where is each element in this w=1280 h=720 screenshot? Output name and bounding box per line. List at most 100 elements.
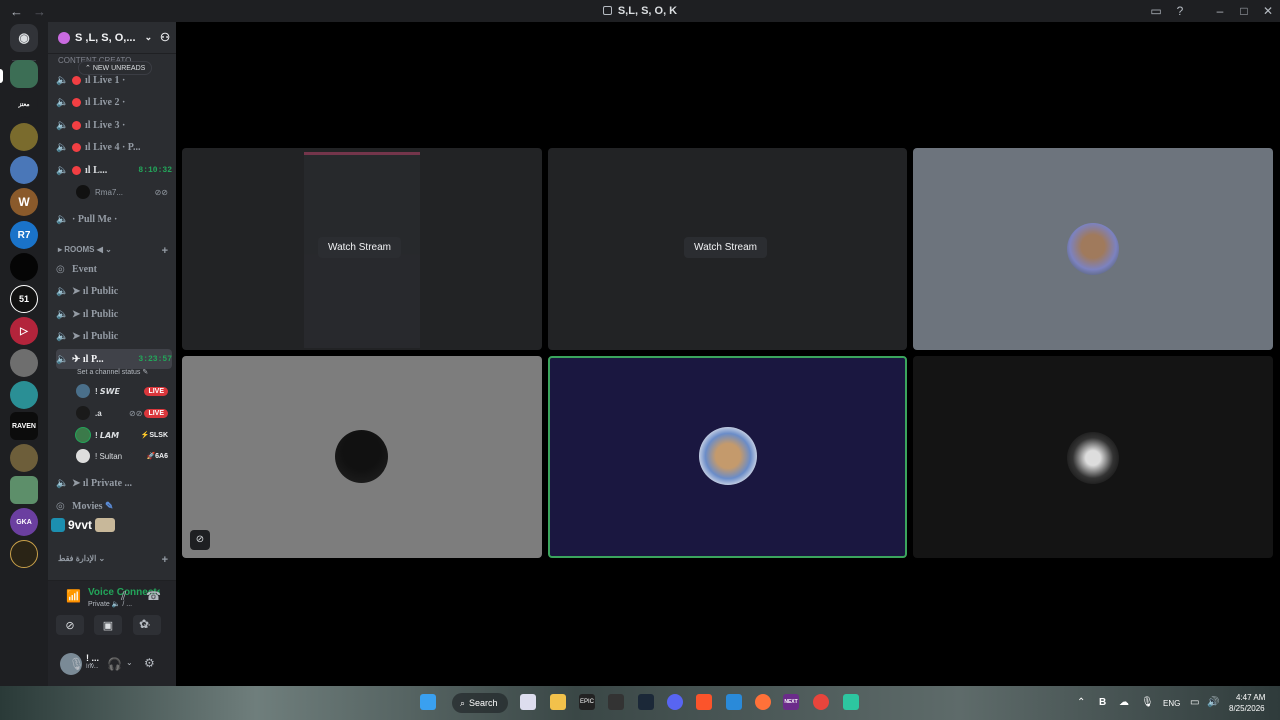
server-icon-play[interactable]: ▷ bbox=[10, 317, 38, 345]
widgets-icon[interactable] bbox=[520, 694, 536, 710]
server-icon-51[interactable]: 51 bbox=[10, 285, 38, 313]
avatar bbox=[1067, 432, 1119, 484]
server-icon-slsok[interactable] bbox=[10, 60, 38, 88]
microphone-icon[interactable]: 🎙 bbox=[69, 657, 84, 671]
voice-user[interactable]: ! Sultan 🚀6A6 bbox=[76, 447, 168, 465]
discord-icon[interactable] bbox=[667, 694, 683, 710]
forward-arrow-icon[interactable]: → bbox=[33, 4, 46, 19]
clock-time[interactable]: 4:47 AM bbox=[1236, 693, 1265, 702]
camera-button[interactable]: ⊘ bbox=[56, 615, 84, 635]
app-icon[interactable] bbox=[608, 694, 624, 710]
live-dot-icon bbox=[72, 120, 81, 130]
stream-tile-1[interactable]: Watch Stream bbox=[182, 148, 542, 350]
tray-app-icon[interactable]: B bbox=[1099, 697, 1106, 708]
server-icon-r7[interactable]: R7 bbox=[10, 221, 38, 249]
live-dot-icon bbox=[72, 142, 81, 152]
headphones-icon[interactable]: 🎧 bbox=[107, 657, 122, 671]
discord-home-icon[interactable]: ◉ bbox=[10, 24, 38, 52]
settings-gear-icon[interactable]: ⚙ bbox=[144, 656, 155, 670]
server-icon-gold[interactable] bbox=[10, 444, 38, 472]
participant-tile-5-speaking[interactable] bbox=[548, 356, 907, 558]
minimize-icon[interactable]: – bbox=[1208, 4, 1232, 18]
stream-tile-2[interactable]: Watch Stream bbox=[548, 148, 907, 350]
windows-start-icon[interactable] bbox=[420, 694, 436, 710]
server-icon-arabic[interactable]: معتز bbox=[10, 90, 38, 118]
category-rooms[interactable]: ▸ ROOMS ◀ ⌄ + bbox=[58, 245, 168, 257]
server-icon-w[interactable]: W bbox=[10, 188, 38, 216]
category-arabic[interactable]: الإدارة فقط ⌄ + bbox=[58, 554, 168, 566]
channel-status-hint[interactable]: Set a channel status ✎ bbox=[77, 368, 148, 376]
channel-public-3[interactable]: 🔈 ➤ ıl Public bbox=[56, 326, 172, 346]
server-icon-landscape[interactable] bbox=[10, 476, 38, 504]
tray-app-icon[interactable]: ☁ bbox=[1119, 697, 1129, 708]
watch-stream-button[interactable]: Watch Stream bbox=[684, 237, 767, 258]
maximize-icon[interactable]: □ bbox=[1232, 4, 1256, 18]
chevron-down-icon: ⌄ bbox=[144, 32, 153, 42]
add-member-icon[interactable]: ⚇ bbox=[160, 31, 170, 44]
server-icon-raven[interactable]: RAVEN bbox=[10, 412, 38, 440]
channel-movies[interactable]: ◎ Movies ✎ bbox=[56, 496, 172, 516]
network-icon[interactable]: ▭ bbox=[1190, 697, 1199, 708]
add-channel-icon[interactable]: + bbox=[162, 245, 168, 257]
participant-tile-6[interactable] bbox=[913, 356, 1273, 558]
channel-live-4[interactable]: 🔈 ıl Live 4 · P... bbox=[56, 137, 172, 157]
vscode-icon[interactable] bbox=[726, 694, 742, 710]
speaker-icon: 🔈 bbox=[56, 308, 69, 320]
voice-user[interactable]: ! 𝙎𝙒𝙀 LIVE bbox=[76, 382, 168, 400]
taskbar-search[interactable]: ⌕ Search bbox=[452, 693, 508, 713]
help-icon[interactable]: ? bbox=[1168, 4, 1192, 18]
microphone-icon[interactable]: 🎙 bbox=[1141, 697, 1154, 708]
channel-public-2[interactable]: 🔈 ➤ ıl Public bbox=[56, 304, 172, 324]
participant-tile-3[interactable] bbox=[913, 148, 1273, 350]
app-icon[interactable] bbox=[843, 694, 859, 710]
back-arrow-icon[interactable]: ← bbox=[10, 4, 23, 19]
server-icon-black[interactable] bbox=[10, 253, 38, 281]
steam-icon[interactable] bbox=[638, 694, 654, 710]
disconnect-icon[interactable]: ☎ bbox=[146, 589, 161, 603]
epic-games-icon[interactable]: EPIC bbox=[579, 694, 595, 710]
noise-suppression-icon[interactable]: ⫽ bbox=[121, 589, 126, 604]
chevron-down-icon[interactable]: ⌄ bbox=[88, 658, 95, 667]
volume-icon[interactable]: 🔊 bbox=[1207, 697, 1219, 708]
close-icon[interactable]: ✕ bbox=[1256, 4, 1280, 18]
channel-private-active[interactable]: 🔈 ✈ ıl P... 3:23:57 bbox=[56, 349, 172, 369]
channel-icon bbox=[602, 6, 612, 15]
server-icon-emblem[interactable] bbox=[10, 540, 38, 568]
channel-live-5[interactable]: 🔈 ıl L... 8:10:32 bbox=[56, 160, 172, 180]
firefox-icon[interactable] bbox=[755, 694, 771, 710]
avatar bbox=[76, 406, 90, 420]
server-icon-gray[interactable] bbox=[10, 349, 38, 377]
add-channel-icon[interactable]: + bbox=[162, 554, 168, 566]
channel-pull-me[interactable]: 🔈 · Pull Me · bbox=[56, 209, 172, 229]
participant-tile-4[interactable]: ⊘ bbox=[182, 356, 542, 558]
stage-icon: ◎ bbox=[56, 500, 65, 512]
screen-share-button[interactable]: ▣ bbox=[94, 615, 122, 635]
soundboard-icon[interactable]: ✿ bbox=[139, 617, 149, 631]
server-icon-cyan[interactable] bbox=[10, 381, 38, 409]
voice-user[interactable]: ! 𝙇𝘼𝙈 ⚡SLSK bbox=[76, 426, 168, 444]
channel-live-3[interactable]: 🔈 ıl Live 3 · bbox=[56, 115, 172, 135]
clock-date[interactable]: 8/25/2026 bbox=[1229, 704, 1265, 713]
server-icon-3[interactable] bbox=[10, 123, 38, 151]
chrome-icon[interactable] bbox=[813, 694, 829, 710]
channel-private[interactable]: 🔈 ➤ ıl Private ... bbox=[56, 473, 172, 493]
next-app-icon[interactable]: NEXT bbox=[783, 694, 799, 710]
voice-user[interactable]: Rma7... ⊘⊘ bbox=[76, 183, 168, 201]
server-icon-purple[interactable]: GKA bbox=[10, 508, 38, 536]
watch-stream-button[interactable]: Watch Stream bbox=[318, 237, 401, 258]
brave-icon[interactable] bbox=[696, 694, 712, 710]
language-indicator[interactable]: ENG bbox=[1163, 699, 1180, 708]
voice-panel: 📶 Voice Connected Private 🔈 / ... ⫽ ☎ ⊘ … bbox=[48, 580, 176, 686]
channel-live-2[interactable]: 🔈 ıl Live 2 · bbox=[56, 92, 172, 112]
channel-public-1[interactable]: 🔈 ➤ ıl Public bbox=[56, 281, 172, 301]
channel-live-1[interactable]: 🔈 ıl Live 1 · bbox=[56, 70, 172, 90]
server-header[interactable]: S ,L, S, O,... ⌄ ⚇ bbox=[48, 22, 176, 54]
channel-event[interactable]: ◎ Event bbox=[56, 259, 172, 279]
tray-chevron-icon[interactable]: ⌃ bbox=[1077, 697, 1085, 708]
server-icon-4[interactable] bbox=[10, 156, 38, 184]
inbox-icon[interactable]: ▭ bbox=[1144, 4, 1168, 18]
voice-user[interactable]: .a ⊘⊘ LIVE bbox=[76, 404, 168, 422]
server-boost-icon bbox=[58, 31, 70, 44]
chevron-down-icon[interactable]: ⌄ bbox=[126, 658, 133, 667]
file-explorer-icon[interactable] bbox=[550, 694, 566, 710]
